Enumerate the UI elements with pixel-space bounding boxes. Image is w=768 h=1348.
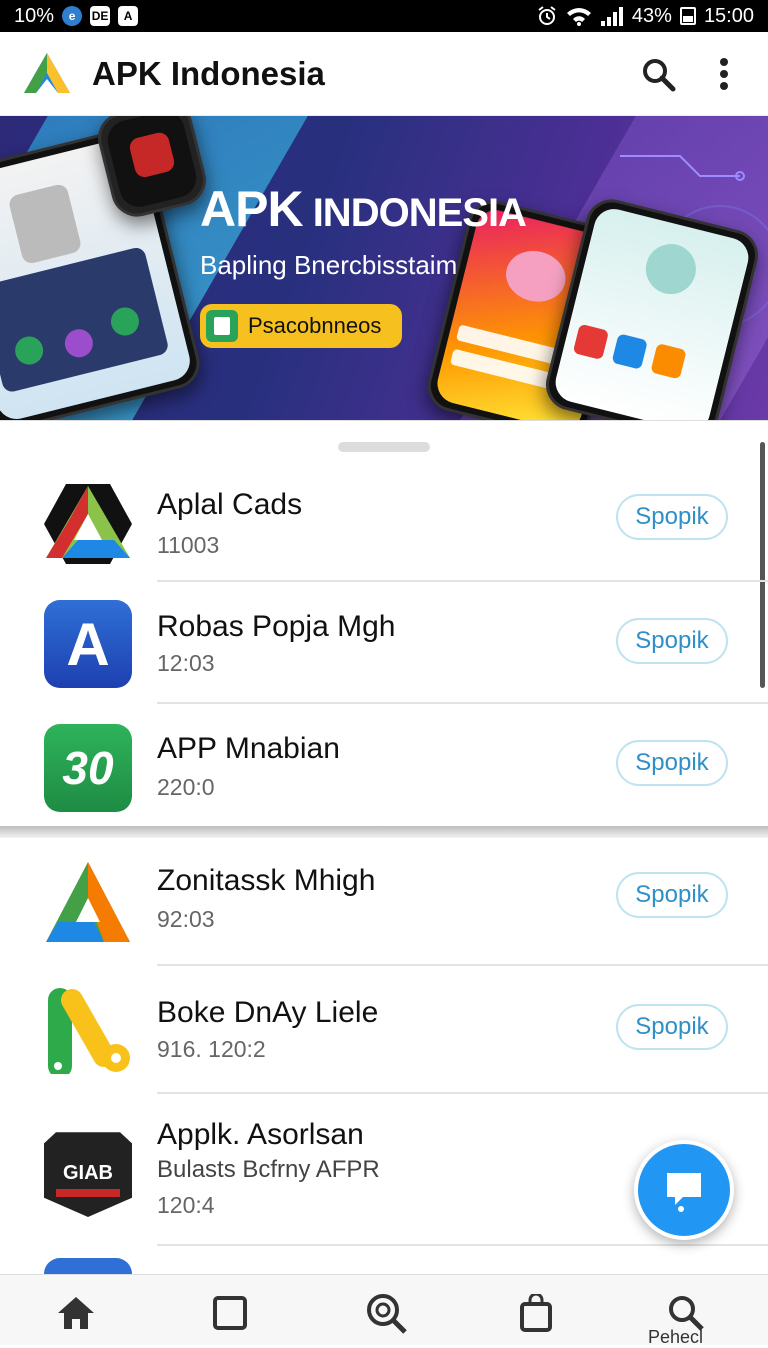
chat-icon <box>667 1173 701 1212</box>
status-bar: 10% e DE A 43% 15:00 <box>0 0 768 32</box>
home-icon <box>58 1297 94 1329</box>
app-title: APP Mnabian <box>157 732 340 765</box>
battery-percent: 43% <box>631 4 672 27</box>
open-button[interactable]: Spopik <box>616 740 728 786</box>
scrollbar[interactable] <box>760 442 765 688</box>
more-options-button[interactable] <box>702 52 746 96</box>
open-button[interactable]: Spopik <box>616 872 728 918</box>
app-title: Robas Popja Mgh <box>157 610 396 643</box>
chat-fab-button[interactable] <box>634 1140 734 1240</box>
tri-color-a-icon <box>44 484 132 564</box>
bottom-navigation: Pehecl <box>0 1274 768 1347</box>
drag-handle[interactable] <box>338 442 430 452</box>
banner-title-small: INDONESIA <box>302 191 527 235</box>
divider <box>157 964 768 966</box>
divider <box>157 580 768 582</box>
app-meta: 120:4 <box>157 1192 215 1218</box>
bag-icon <box>520 1294 552 1332</box>
banner-title: APK INDONESIA <box>200 180 527 238</box>
open-button[interactable]: Spopik <box>616 1004 728 1050</box>
clock: 15:00 <box>703 4 754 27</box>
app-title: Aplal Cads <box>157 488 303 521</box>
signal-icon <box>600 7 623 26</box>
nav-apps[interactable] <box>208 1291 252 1335</box>
divider <box>157 1244 768 1246</box>
open-button[interactable]: Spopik <box>616 494 728 540</box>
banner-cta-label: Psacobnneos <box>248 313 382 338</box>
svg-text:GIAB: GIAB <box>63 1162 113 1184</box>
app-meta: 220:0 <box>157 774 215 800</box>
square-icon <box>213 1296 247 1330</box>
search-icon <box>643 58 676 91</box>
list-item-partial-icon <box>44 1258 132 1274</box>
blue-a-icon: A <box>44 600 132 688</box>
green-30-icon: 30 <box>44 724 132 812</box>
divider <box>157 702 768 704</box>
app-bar: APK Indonesia <box>0 32 768 116</box>
app-meta: 916. 120:2 <box>157 1036 266 1062</box>
search-button[interactable] <box>636 52 680 96</box>
promo-banner[interactable]: APK INDONESIA Bapling Bnercbisstaim Psac… <box>0 116 768 420</box>
battery-icon <box>679 7 696 25</box>
apk-logo-icon <box>24 52 70 93</box>
open-button[interactable]: Spopik <box>616 618 728 664</box>
app-subtitle: Bulasts Bcfrny AFPR <box>157 1156 380 1183</box>
nav-home[interactable] <box>54 1291 98 1335</box>
giab-shield-icon: GIAB <box>44 1132 132 1217</box>
app-meta: 11003 <box>157 532 220 558</box>
wifi-icon <box>566 8 591 26</box>
sheet-top <box>0 420 768 441</box>
banner-cta-button[interactable]: Psacobnneos <box>200 304 402 348</box>
page-title: APK Indonesia <box>92 54 325 92</box>
circle-app-icon: e <box>62 6 83 26</box>
doc-icon: DE <box>90 6 111 26</box>
gradient-a-icon <box>46 862 130 942</box>
section-separator <box>0 826 768 838</box>
contact-card-icon <box>206 310 238 342</box>
app-meta: 92:03 <box>157 906 215 932</box>
green-yellow-a-icon <box>48 988 130 1074</box>
search-circle-icon <box>367 1294 407 1334</box>
battery-percent-left: 10% <box>14 4 55 27</box>
alarm-icon <box>538 6 556 25</box>
banner-title-big: APK <box>200 181 304 237</box>
adobe-icon: A <box>118 6 139 26</box>
app-meta: 12:03 <box>157 650 215 676</box>
nav-bag[interactable] <box>514 1291 558 1335</box>
banner-subtitle: Bapling Bnercbisstaim <box>200 250 458 280</box>
divider <box>157 1092 768 1094</box>
app-title: Boke DnAy Liele <box>157 996 379 1029</box>
app-title: Applk. Asorlsan <box>157 1118 364 1151</box>
more-vert-icon <box>720 57 728 90</box>
nav-discover[interactable] <box>364 1291 408 1335</box>
nav-search-label: Pehecl <box>648 1327 704 1347</box>
app-title: Zonitassk Mhigh <box>157 864 376 897</box>
